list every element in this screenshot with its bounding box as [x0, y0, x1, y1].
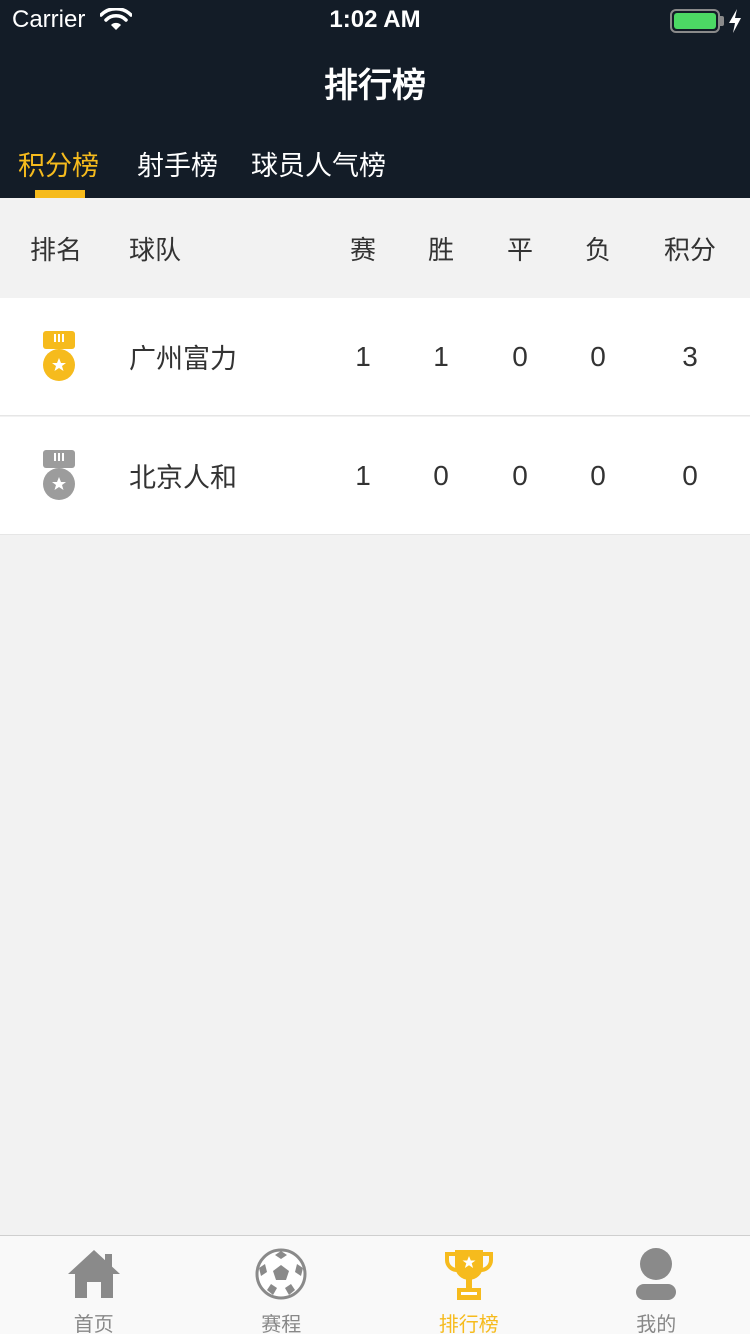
team-name: 北京人和 [129, 463, 237, 494]
tabbar-schedule[interactable]: 赛程 [188, 1236, 376, 1334]
points-value: 0 [682, 459, 698, 491]
profile-icon [636, 1248, 677, 1300]
played-value: 1 [355, 340, 371, 372]
home-icon [67, 1250, 120, 1298]
drawn-value: 0 [512, 459, 528, 491]
bottom-tab-bar: 首页 赛程 排行榜 我的 [0, 1235, 750, 1334]
tabbar-label: 赛程 [261, 1312, 302, 1334]
battery-cap [720, 16, 724, 26]
header-rank: 排名 [30, 235, 83, 266]
tabbar-profile[interactable]: 我的 [563, 1236, 750, 1334]
drawn-value: 0 [512, 340, 528, 372]
silver-medal-icon [43, 449, 75, 500]
header-team: 球队 [129, 235, 182, 266]
points-value: 3 [682, 340, 698, 372]
header-drawn: 平 [506, 235, 533, 266]
lost-value: 0 [590, 340, 606, 372]
team-name: 广州富力 [129, 344, 237, 375]
played-value: 1 [355, 459, 371, 491]
standings-header: 排名 球队 赛 胜 平 负 积分 [0, 198, 750, 298]
active-tab-indicator [35, 190, 85, 198]
header-won: 胜 [427, 235, 454, 266]
header-played: 赛 [349, 235, 376, 266]
tabbar-label: 首页 [73, 1312, 114, 1334]
top-bar: Carrier 1:02 AM 排行榜 积分榜 射手榜 球员人气榜 [0, 0, 750, 198]
battery-icon [670, 9, 720, 33]
tabbar-label: 排行榜 [438, 1312, 499, 1334]
battery-fill [674, 13, 716, 29]
rank-cell [29, 417, 89, 534]
gold-medal-icon [43, 330, 75, 381]
tabbar-home[interactable]: 首页 [0, 1236, 188, 1334]
tabbar-rankings[interactable]: 排行榜 [375, 1236, 563, 1334]
tabbar-label: 我的 [636, 1312, 677, 1334]
header-lost: 负 [584, 235, 611, 266]
table-row[interactable]: 广州富力 1 1 0 0 3 [0, 298, 750, 416]
status-bar: Carrier 1:02 AM [0, 0, 750, 40]
soccer-ball-icon [255, 1248, 307, 1300]
lost-value: 0 [590, 459, 606, 491]
charging-bolt-icon [729, 9, 741, 33]
trophy-icon [444, 1250, 493, 1300]
tab-player-popularity[interactable]: 球员人气榜 [251, 144, 386, 183]
won-value: 0 [433, 459, 449, 491]
won-value: 1 [433, 340, 449, 372]
table-row[interactable]: 北京人和 1 0 0 0 0 [0, 417, 750, 535]
page-title: 排行榜 [324, 66, 426, 106]
header-points: 积分 [663, 235, 716, 266]
status-time: 1:02 AM [329, 6, 421, 33]
tab-top-scorers[interactable]: 射手榜 [137, 144, 218, 183]
ranking-tabs: 积分榜 射手榜 球员人气榜 [0, 136, 750, 198]
rank-cell [29, 298, 89, 415]
tab-points-table[interactable]: 积分榜 [18, 144, 99, 183]
